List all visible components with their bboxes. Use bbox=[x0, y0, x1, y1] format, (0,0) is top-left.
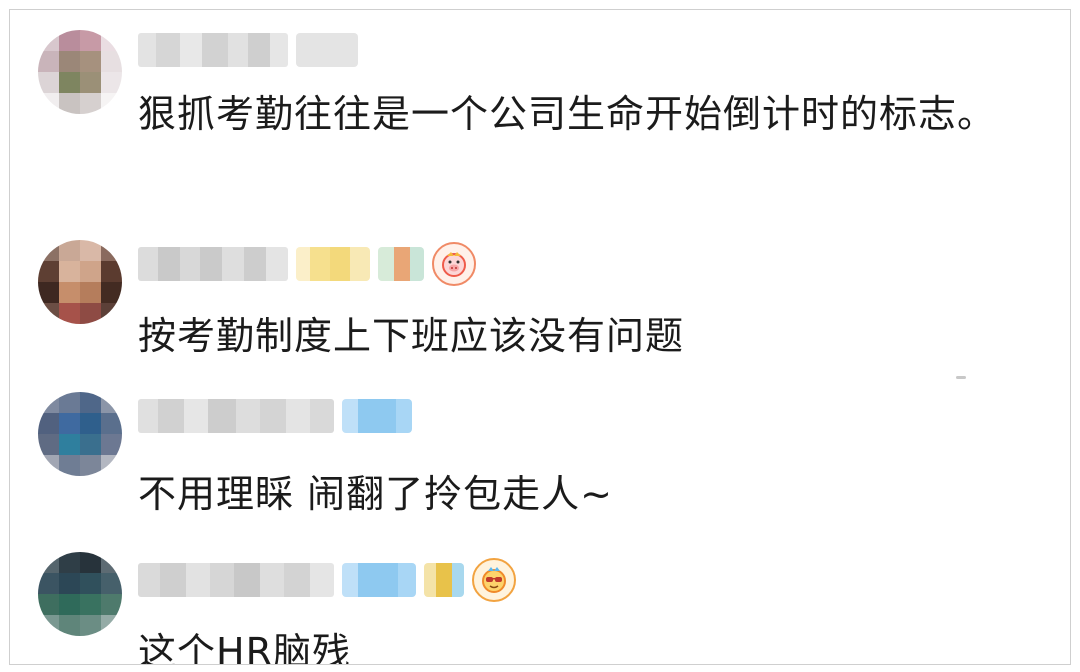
username-blurred[interactable] bbox=[138, 399, 334, 433]
username-blurred[interactable] bbox=[138, 563, 334, 597]
username-blurred[interactable] bbox=[138, 247, 288, 281]
comment-text: 不用理睬 闹翻了拎包走人~ bbox=[138, 472, 613, 516]
fan-badge bbox=[424, 563, 464, 597]
avatar[interactable] bbox=[38, 30, 122, 114]
pig-medal-icon bbox=[432, 242, 476, 286]
comment-item: 这个HR脑残 bbox=[10, 540, 1070, 665]
vip-badge bbox=[296, 247, 370, 281]
avatar[interactable] bbox=[38, 552, 122, 636]
comment-text: 狠抓考勤往往是一个公司生命开始倒计时的标志。 bbox=[138, 92, 997, 136]
vip-badge bbox=[342, 563, 416, 597]
level-badge bbox=[342, 399, 412, 433]
comment-item: 按考勤制度上下班应该没有问题 bbox=[10, 230, 1070, 380]
comment-text: 按考勤制度上下班应该没有问题 bbox=[138, 314, 685, 358]
comment-list: 狠抓考勤往往是一个公司生命开始倒计时的标志。 按考勤制度上下班应该没有问题 不用… bbox=[9, 9, 1071, 665]
fan-badge bbox=[378, 247, 424, 281]
avatar[interactable] bbox=[38, 240, 122, 324]
comment-item: 不用理睬 闹翻了拎包走人~ bbox=[10, 380, 1070, 540]
avatar[interactable] bbox=[38, 392, 122, 476]
sunglasses-medal-icon bbox=[472, 558, 516, 602]
level-badge bbox=[296, 33, 358, 67]
comment-text: 这个HR脑残 bbox=[138, 630, 351, 665]
username-blurred[interactable] bbox=[138, 33, 288, 67]
divider-mark bbox=[956, 376, 966, 379]
comment-item: 狠抓考勤往往是一个公司生命开始倒计时的标志。 bbox=[10, 10, 1070, 230]
